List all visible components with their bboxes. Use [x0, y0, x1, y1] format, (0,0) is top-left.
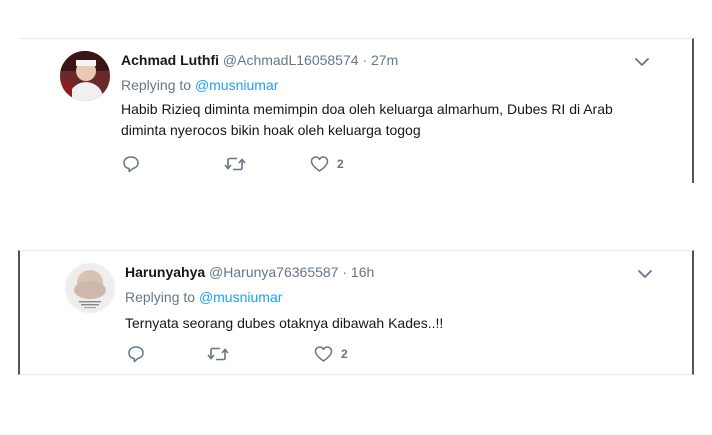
heart-icon — [310, 155, 329, 173]
tweet-text: Habib Rizieq diminta memimpin doa oleh k… — [121, 101, 613, 138]
chevron-down-icon[interactable] — [637, 267, 653, 279]
timestamp[interactable]: 16h — [351, 264, 374, 280]
tweet-header: Achmad Luthfi @AchmadL16058574 · 27m — [121, 52, 398, 68]
avatar[interactable] — [65, 263, 115, 313]
display-name[interactable]: Achmad Luthfi — [121, 52, 219, 68]
separator: · — [338, 264, 351, 280]
like-button[interactable]: 2 — [314, 345, 348, 363]
mention-link[interactable]: @musniumar — [195, 77, 278, 93]
chevron-down-icon[interactable] — [634, 55, 650, 67]
reply-icon — [122, 155, 140, 173]
like-count: 2 — [337, 157, 344, 171]
handle[interactable]: @AchmadL16058574 — [223, 52, 359, 68]
tweet-card[interactable]: Harunyahya @Harunya76365587 · 16h Replyi… — [18, 250, 694, 375]
mention-link[interactable]: @musniumar — [199, 289, 282, 305]
replying-label: Replying to — [125, 289, 196, 305]
tweet-text: Ternyata seorang dubes otaknya dibawah K… — [125, 315, 444, 331]
reply-button[interactable] — [127, 345, 145, 363]
like-count: 2 — [341, 347, 348, 361]
handle[interactable]: @Harunya76365587 — [209, 264, 338, 280]
reply-button[interactable] — [122, 155, 140, 173]
separator: · — [358, 52, 371, 68]
avatar[interactable] — [60, 51, 110, 101]
replying-label: Replying to — [121, 77, 192, 93]
like-button[interactable]: 2 — [310, 155, 344, 173]
retweet-icon — [207, 345, 229, 363]
retweet-button[interactable] — [207, 345, 229, 363]
retweet-button[interactable] — [224, 155, 246, 173]
replying-to: Replying to @musniumar — [125, 289, 282, 305]
retweet-icon — [224, 155, 246, 173]
replying-to: Replying to @musniumar — [121, 77, 278, 93]
display-name[interactable]: Harunyahya — [125, 264, 205, 280]
tweet-header: Harunyahya @Harunya76365587 · 16h — [125, 264, 374, 280]
reply-icon — [127, 345, 145, 363]
timestamp[interactable]: 27m — [371, 52, 398, 68]
heart-icon — [314, 345, 333, 363]
tweet-card[interactable]: Achmad Luthfi @AchmadL16058574 · 27m Rep… — [18, 38, 694, 183]
